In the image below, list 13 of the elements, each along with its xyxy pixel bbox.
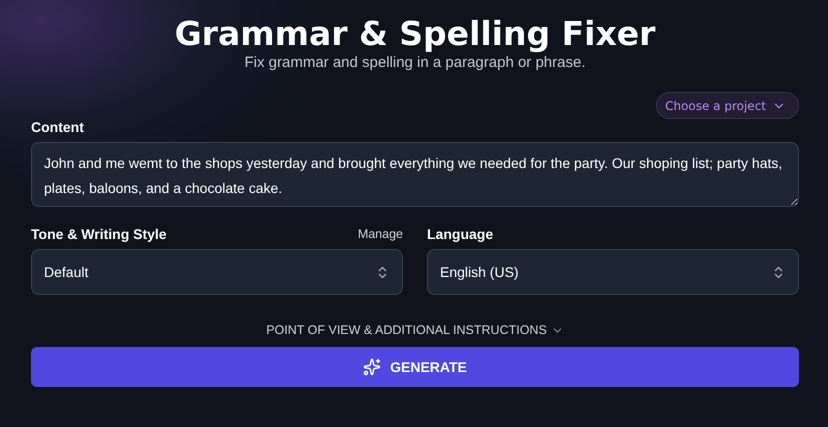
options-toggle[interactable]: POINT OF VIEW & ADDITIONAL INSTRUCTIONS	[266, 323, 564, 337]
project-dropdown[interactable]: Choose a project	[656, 92, 799, 119]
content-field[interactable]: John and me wemt to the shops yesterday and brought everything we needed for the party. Our shoping list; party hats, plates, baloons, and a chocolate cake.	[31, 142, 799, 207]
manage-link[interactable]: Manage	[358, 227, 403, 241]
content-label: Content	[31, 119, 85, 135]
page-subtitle: Fix grammar and spelling in a paragraph or phrase.	[243, 54, 586, 72]
tone-label: Tone & Writing Style	[31, 226, 167, 242]
page-title: Grammar & Spelling Fixer	[174, 14, 656, 54]
generate-button[interactable]: GENERATE	[31, 347, 799, 387]
language-select[interactable]: English (US)	[427, 249, 799, 295]
tone-select[interactable]: Default	[31, 249, 403, 295]
language-label: Language	[427, 226, 494, 242]
sparkles-icon	[363, 358, 382, 376]
